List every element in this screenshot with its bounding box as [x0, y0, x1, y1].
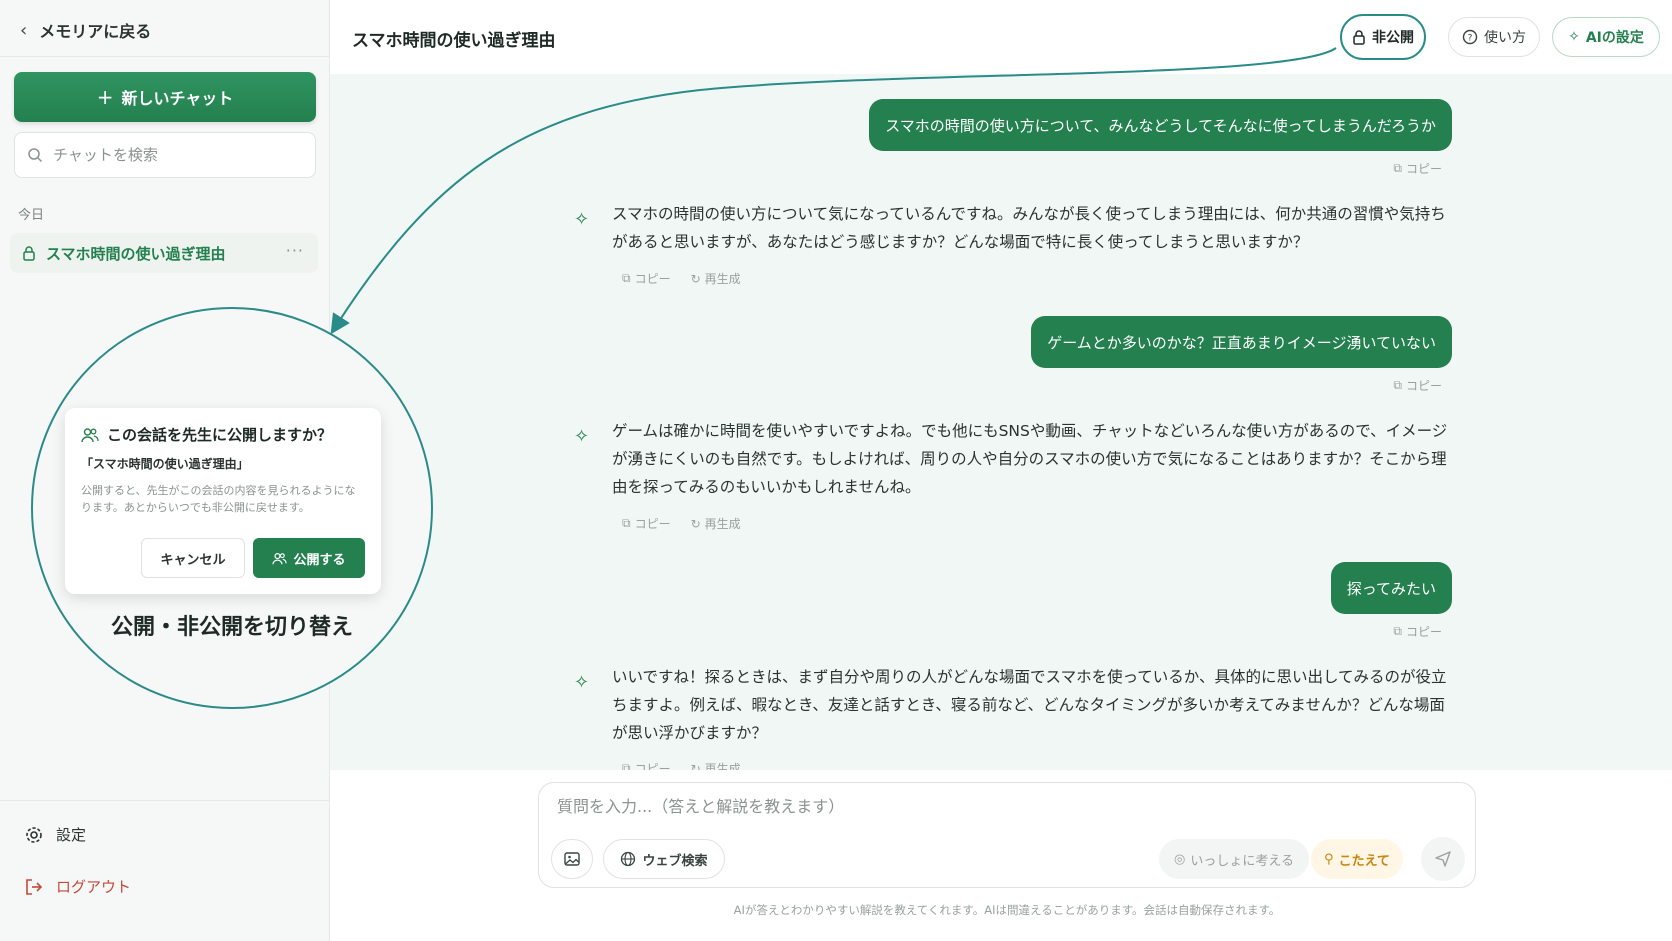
user-message: スマホの時間の使い方について、みんなどうしてそんなに使ってしまうんだろうか [869, 99, 1452, 151]
assistant-sparkle-icon: ✧ [574, 672, 590, 693]
ai-settings-button[interactable]: ✧ AIの設定 [1552, 17, 1660, 57]
settings-label: 設定 [56, 826, 87, 844]
sidebar-divider [0, 56, 330, 57]
composer: ウェブ検索 ◎ いっしょに考える ⚲ こたえて [538, 782, 1476, 888]
copy-icon: ⧉ [1393, 161, 1402, 175]
copy-button[interactable]: ⧉ コピー [622, 270, 671, 287]
think-together-label: いっしょに考える [1190, 853, 1294, 869]
svg-text:?: ? [1468, 34, 1473, 44]
chat-messages[interactable]: スマホの時間の使い方について、みんなどうしてそんなに使ってしまうんだろうか ⧉ コ… [330, 74, 1672, 770]
user-message: 探ってみたい [1330, 562, 1452, 614]
chat-search-input[interactable] [53, 146, 303, 164]
dialog-actions: キャンセル 公開する [141, 538, 365, 578]
users-icon [81, 427, 99, 442]
lock-icon [1353, 30, 1365, 45]
lock-icon [23, 246, 35, 261]
new-chat-button[interactable]: + 新しいチャット [14, 72, 316, 122]
answer-label: こたえて [1338, 853, 1390, 869]
web-search-label: ウェブ検索 [642, 853, 708, 869]
copy-button[interactable]: ⧉ コピー [1393, 377, 1442, 394]
copy-button[interactable]: ⧉ コピー [1393, 623, 1442, 640]
more-options-icon[interactable]: ··· [286, 241, 304, 260]
copy-button[interactable]: ⧉ コピー [622, 515, 671, 532]
howto-label: 使い方 [1484, 30, 1526, 46]
logout-link[interactable]: ログアウト [24, 876, 131, 897]
think-together-button[interactable]: ◎ いっしょに考える [1159, 839, 1309, 879]
answer-mode-button[interactable]: ⚲ こたえて [1311, 839, 1403, 879]
composer-area: ウェブ検索 ◎ いっしょに考える ⚲ こたえて AIが答えとわかりやすい解説を教… [330, 770, 1672, 941]
private-toggle-button[interactable]: 非公開 [1340, 14, 1426, 60]
zoom-callout: この会話を先生に公開しますか？ 「スマホ時間の使い過ぎ理由」 公開すると、先生が… [31, 307, 433, 709]
new-chat-label: 新しいチャット [121, 89, 234, 108]
assistant-message: いいですね！探るときは、まず自分や周りの人がどんな場面でスマホを使っているか、具… [612, 668, 1447, 742]
globe-icon [621, 851, 636, 867]
dialog-title: この会話を先生に公開しますか？ [81, 424, 365, 445]
cancel-button[interactable]: キャンセル [141, 538, 245, 578]
copy-icon: ⧉ [1393, 624, 1402, 638]
regenerate-button[interactable]: ↻ 再生成 [691, 270, 741, 287]
settings-link[interactable]: 設定 [24, 824, 86, 845]
users-icon [272, 552, 288, 564]
copy-icon: ⧉ [622, 516, 631, 530]
howto-button[interactable]: ? 使い方 [1448, 17, 1540, 57]
regenerate-button[interactable]: ↻ 再生成 [690, 760, 741, 771]
assistant-message-actions: ⧉ コピー ↻ 再生成 [622, 515, 741, 532]
user-message: ゲームとか多いのかな？正直あまりイメージ湧いていない [1031, 316, 1452, 368]
search-icon [28, 148, 43, 163]
sparkle-icon: ✧ [1568, 29, 1580, 45]
refresh-icon: ↻ [690, 761, 701, 771]
copy-button[interactable]: ⧉ コピー [622, 760, 671, 770]
think-icon: ◎ [1174, 851, 1186, 867]
assistant-sparkle-icon: ✧ [574, 426, 590, 447]
image-upload-button[interactable] [551, 839, 593, 879]
regenerate-button[interactable]: ↻ 再生成 [691, 515, 741, 532]
gear-icon [26, 826, 42, 843]
sidebar-bottom-divider [0, 800, 330, 801]
image-icon [564, 852, 580, 866]
assistant-message: ゲームは確かに時間を使いやすいですよね。でも他にもSNSや動画、チャットなどいろ… [612, 422, 1448, 496]
section-label-today: 今日 [18, 208, 45, 223]
page-title: スマホ時間の使い過ぎ理由 [352, 31, 556, 51]
web-search-button[interactable]: ウェブ検索 [603, 839, 725, 879]
send-button[interactable] [1421, 837, 1465, 881]
back-to-memoria-link[interactable]: ‹ メモリアに戻る [20, 18, 151, 42]
private-label: 非公開 [1372, 30, 1414, 46]
assistant-message-actions: ⧉ コピー ↻ 再生成 [622, 760, 741, 770]
question-input[interactable] [557, 797, 1437, 816]
send-icon [1435, 851, 1451, 867]
assistant-sparkle-icon: ✧ [574, 209, 590, 230]
publish-button[interactable]: 公開する [253, 538, 365, 578]
chevron-left-icon: ‹ [20, 19, 28, 41]
refresh-icon: ↻ [690, 516, 701, 531]
chat-header: スマホ時間の使い過ぎ理由 非公開 ? 使い方 ✧ AIの設定 [330, 0, 1672, 74]
assistant-message-actions: ⧉ コピー ↻ 再生成 [622, 270, 741, 287]
lightbulb-icon: ⚲ [1324, 851, 1334, 867]
dialog-body: 公開すると、先生がこの会話の内容を見られるようになります。あとからいつでも非公開… [81, 484, 356, 514]
copy-icon: ⧉ [1393, 378, 1402, 392]
callout-caption: 公開・非公開を切り替え [110, 615, 353, 640]
assistant-message: スマホの時間の使い方について気になっているんですね。みんなが長く使ってしまう理由… [612, 205, 1446, 251]
publish-dialog: この会話を先生に公開しますか？ 「スマホ時間の使い過ぎ理由」 公開すると、先生が… [65, 408, 381, 594]
chat-item-label: スマホ時間の使い過ぎ理由 [46, 244, 226, 263]
copy-icon: ⧉ [622, 271, 631, 285]
back-label: メモリアに戻る [39, 22, 152, 41]
logout-icon [26, 878, 43, 895]
copy-icon: ⧉ [622, 761, 631, 770]
plus-icon: + [96, 85, 114, 109]
sidebar-chat-item[interactable]: スマホ時間の使い過ぎ理由 ··· [10, 233, 318, 273]
ai-settings-label: AIの設定 [1585, 30, 1644, 46]
chat-search [14, 132, 316, 178]
refresh-icon: ↻ [690, 271, 701, 286]
disclaimer-text: AIが答えとわかりやすい解説を教えてくれます。AIは間違えることがあります。会話… [733, 903, 1281, 917]
copy-button[interactable]: ⧉ コピー [1393, 160, 1442, 177]
help-icon: ? [1462, 29, 1478, 45]
dialog-chat-name: 「スマホ時間の使い過ぎ理由」 [81, 457, 249, 471]
logout-label: ログアウト [56, 878, 132, 896]
